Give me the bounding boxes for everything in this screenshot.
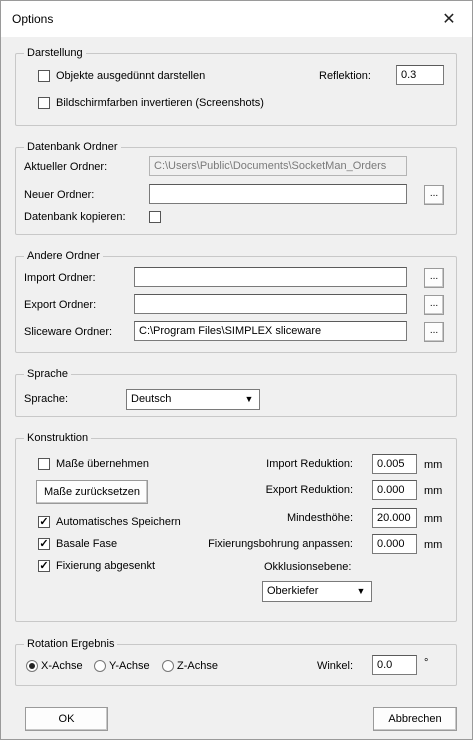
language-label: Sprache: xyxy=(24,393,69,405)
bohrung-label: Fixierungsbohrung anpassen: xyxy=(208,538,353,550)
check-icon: ✓ xyxy=(39,560,49,572)
cancel-button[interactable]: Abbrechen xyxy=(373,707,457,731)
export-folder-input[interactable] xyxy=(134,294,407,314)
invert-colors-label: Bildschirmfarben invertieren (Screenshot… xyxy=(56,97,264,109)
x-axis-radio[interactable] xyxy=(26,660,38,672)
chevron-down-icon: ▼ xyxy=(244,394,254,404)
import-folder-input[interactable] xyxy=(134,267,407,287)
check-icon: ✓ xyxy=(39,538,49,550)
rotation-legend: Rotation Ergebnis xyxy=(24,637,118,651)
thin-objects-label: Objekte ausgedünnt darstellen xyxy=(56,70,206,82)
close-button[interactable]: ✕ xyxy=(426,1,472,37)
window-title: Options xyxy=(12,12,54,26)
degree-unit: ° xyxy=(424,657,429,669)
import-reduction-label: Import Reduktion: xyxy=(266,458,353,470)
min-height-input[interactable]: 20.000 xyxy=(372,508,417,528)
export-reduction-unit: mm xyxy=(424,485,443,497)
min-height-label: Mindesthöhe: xyxy=(286,512,353,524)
datenbank-group: Datenbank Ordner Aktueller Ordner: C:\Us… xyxy=(15,140,457,235)
fixierung-checkbox[interactable]: ✓ xyxy=(38,560,50,572)
close-icon: ✕ xyxy=(442,11,456,28)
import-reduction-input[interactable]: 0.005 xyxy=(372,454,417,474)
browse-export-button[interactable]: ... xyxy=(424,295,444,315)
okklusion-label: Okklusionsebene: xyxy=(264,561,352,573)
sliceware-folder-label: Sliceware Ordner: xyxy=(24,326,113,338)
basale-fase-checkbox[interactable]: ✓ xyxy=(38,538,50,550)
ok-button[interactable]: OK xyxy=(25,707,108,731)
angle-label: Winkel: xyxy=(316,660,353,672)
browse-import-button[interactable]: ... xyxy=(424,268,444,288)
browse-new-folder-button[interactable]: ... xyxy=(424,185,444,205)
language-value: Deutsch xyxy=(131,393,172,405)
min-height-unit: mm xyxy=(424,513,443,525)
import-folder-label: Import Ordner: xyxy=(24,272,96,284)
bohrung-unit: mm xyxy=(424,539,443,551)
autosave-checkbox[interactable]: ✓ xyxy=(38,516,50,528)
current-folder-label: Aktueller Ordner: xyxy=(24,161,108,173)
z-axis-label: Z-Achse xyxy=(177,660,218,672)
datenbank-legend: Datenbank Ordner xyxy=(24,140,121,154)
export-folder-label: Export Ordner: xyxy=(24,299,97,311)
language-select[interactable]: Deutsch ▼ xyxy=(126,389,260,410)
basale-fase-label: Basale Fase xyxy=(56,538,118,550)
konstruktion-legend: Konstruktion xyxy=(24,431,92,445)
fixierung-label: Fixierung abgesenkt xyxy=(56,560,156,572)
import-reduction-unit: mm xyxy=(424,459,443,471)
title-bar: Options ✕ xyxy=(1,1,472,37)
z-axis-radio[interactable] xyxy=(162,660,174,672)
reset-masse-button[interactable]: Maße zurücksetzen xyxy=(36,480,148,504)
browse-sliceware-button[interactable]: ... xyxy=(424,322,444,342)
current-folder-field: C:\Users\Public\Documents\SocketMan_Orde… xyxy=(149,156,407,176)
sliceware-folder-input[interactable]: C:\Program Files\SIMPLEX sliceware xyxy=(134,321,407,341)
options-dialog: Options ✕ Darstellung Objekte ausgedünnt… xyxy=(0,0,473,740)
masse-label: Maße übernehmen xyxy=(56,458,149,470)
y-axis-radio[interactable] xyxy=(94,660,106,672)
chevron-down-icon: ▼ xyxy=(356,586,366,596)
check-icon: ✓ xyxy=(39,516,49,528)
okklusion-select[interactable]: Oberkiefer ▼ xyxy=(262,581,372,602)
y-axis-label: Y-Achse xyxy=(109,660,150,672)
reflection-label: Reflektion: xyxy=(319,70,371,82)
export-reduction-label: Export Reduktion: xyxy=(265,484,353,496)
andere-ordner-group: Andere Ordner Import Ordner: ... Export … xyxy=(15,249,457,353)
konstruktion-group: Konstruktion Maße übernehmen Maße zurück… xyxy=(15,431,457,622)
thin-objects-checkbox[interactable] xyxy=(38,70,50,82)
invert-colors-checkbox[interactable] xyxy=(38,97,50,109)
new-folder-input[interactable] xyxy=(149,184,407,204)
copy-database-checkbox[interactable] xyxy=(149,211,161,223)
masse-checkbox[interactable] xyxy=(38,458,50,470)
x-axis-label: X-Achse xyxy=(41,660,83,672)
bohrung-input[interactable]: 0.000 xyxy=(372,534,417,554)
angle-input[interactable]: 0.0 xyxy=(372,655,417,675)
okklusion-value: Oberkiefer xyxy=(267,585,319,597)
darstellung-legend: Darstellung xyxy=(24,46,86,60)
autosave-label: Automatisches Speichern xyxy=(56,516,181,528)
new-folder-label: Neuer Ordner: xyxy=(24,189,95,201)
export-reduction-input[interactable]: 0.000 xyxy=(372,480,417,500)
darstellung-group: Darstellung Objekte ausgedünnt darstelle… xyxy=(15,46,457,126)
copy-database-label: Datenbank kopieren: xyxy=(24,211,126,223)
sprache-legend: Sprache xyxy=(24,367,71,381)
reflection-input[interactable]: 0.3 xyxy=(396,65,444,85)
sprache-group: Sprache Sprache: Deutsch ▼ xyxy=(15,367,457,417)
rotation-group: Rotation Ergebnis X-Achse Y-Achse Z-Achs… xyxy=(15,637,457,686)
andere-ordner-legend: Andere Ordner xyxy=(24,249,103,263)
